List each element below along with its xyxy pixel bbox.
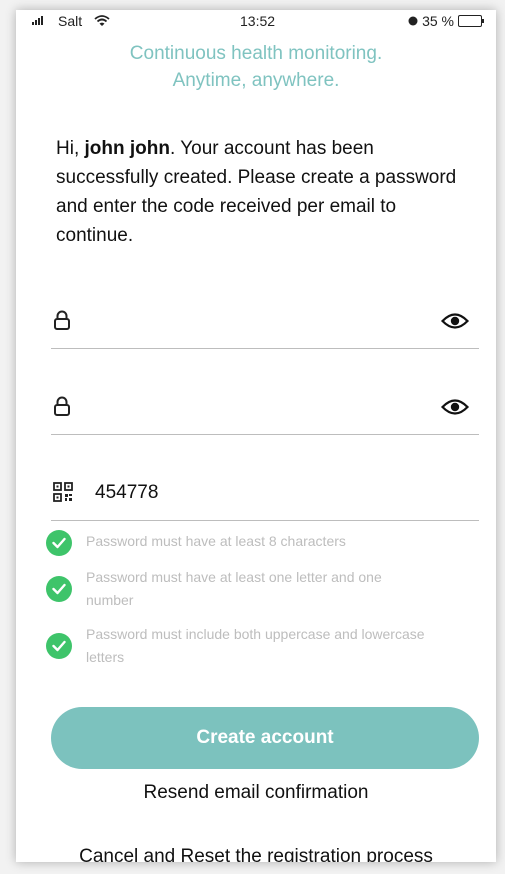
- qr-code-icon: [53, 482, 73, 502]
- status-bar: Salt 13:52 35 %: [16, 10, 496, 36]
- orientation-lock-icon: [408, 16, 418, 26]
- greeting-prefix: Hi,: [56, 138, 85, 159]
- check-circle-icon: [46, 530, 72, 556]
- check-circle-icon: [46, 576, 72, 602]
- status-right: 35 %: [408, 13, 484, 29]
- user-name: john john: [84, 138, 170, 159]
- requirement-case: Password must include both uppercase and…: [46, 623, 466, 669]
- battery-icon: [458, 15, 484, 27]
- confirm-password-field[interactable]: [51, 374, 479, 435]
- eye-icon[interactable]: [441, 398, 469, 416]
- verification-code-input[interactable]: 454778: [95, 482, 158, 504]
- check-circle-icon: [46, 633, 72, 659]
- verification-code-field[interactable]: 454778: [51, 460, 479, 521]
- welcome-message: Hi, john john. Your account has been suc…: [56, 134, 476, 250]
- lock-icon: [54, 310, 70, 330]
- phone-screen: Salt 13:52 35 % Continuous health monito…: [16, 10, 496, 862]
- wifi-icon: [94, 15, 110, 26]
- requirement-letter-number: Password must have at least one letter a…: [46, 566, 466, 612]
- password-field[interactable]: [51, 288, 479, 349]
- battery-percent: 35 %: [422, 13, 454, 29]
- tagline-line-1: Continuous health monitoring.: [129, 43, 383, 64]
- requirement-text: Password must have at least one letter a…: [86, 569, 382, 608]
- carrier-name: Salt: [58, 13, 83, 29]
- eye-icon[interactable]: [441, 312, 469, 330]
- create-account-button[interactable]: Create account: [51, 707, 479, 769]
- requirement-text: Password must include both uppercase and…: [86, 626, 425, 665]
- tagline-line-2: Anytime, anywhere.: [172, 70, 340, 91]
- requirement-text: Password must have at least 8 characters: [86, 533, 346, 549]
- clock: 13:52: [240, 13, 276, 29]
- resend-email-link[interactable]: Resend email confirmation: [16, 782, 496, 804]
- signal-icon: [32, 15, 43, 25]
- requirement-min-length: Password must have at least 8 characters: [46, 530, 466, 556]
- cancel-reset-link[interactable]: Cancel and Reset the registration proces…: [16, 846, 496, 862]
- tagline: Continuous health monitoring. Anytime, a…: [16, 40, 496, 94]
- lock-icon: [54, 396, 70, 416]
